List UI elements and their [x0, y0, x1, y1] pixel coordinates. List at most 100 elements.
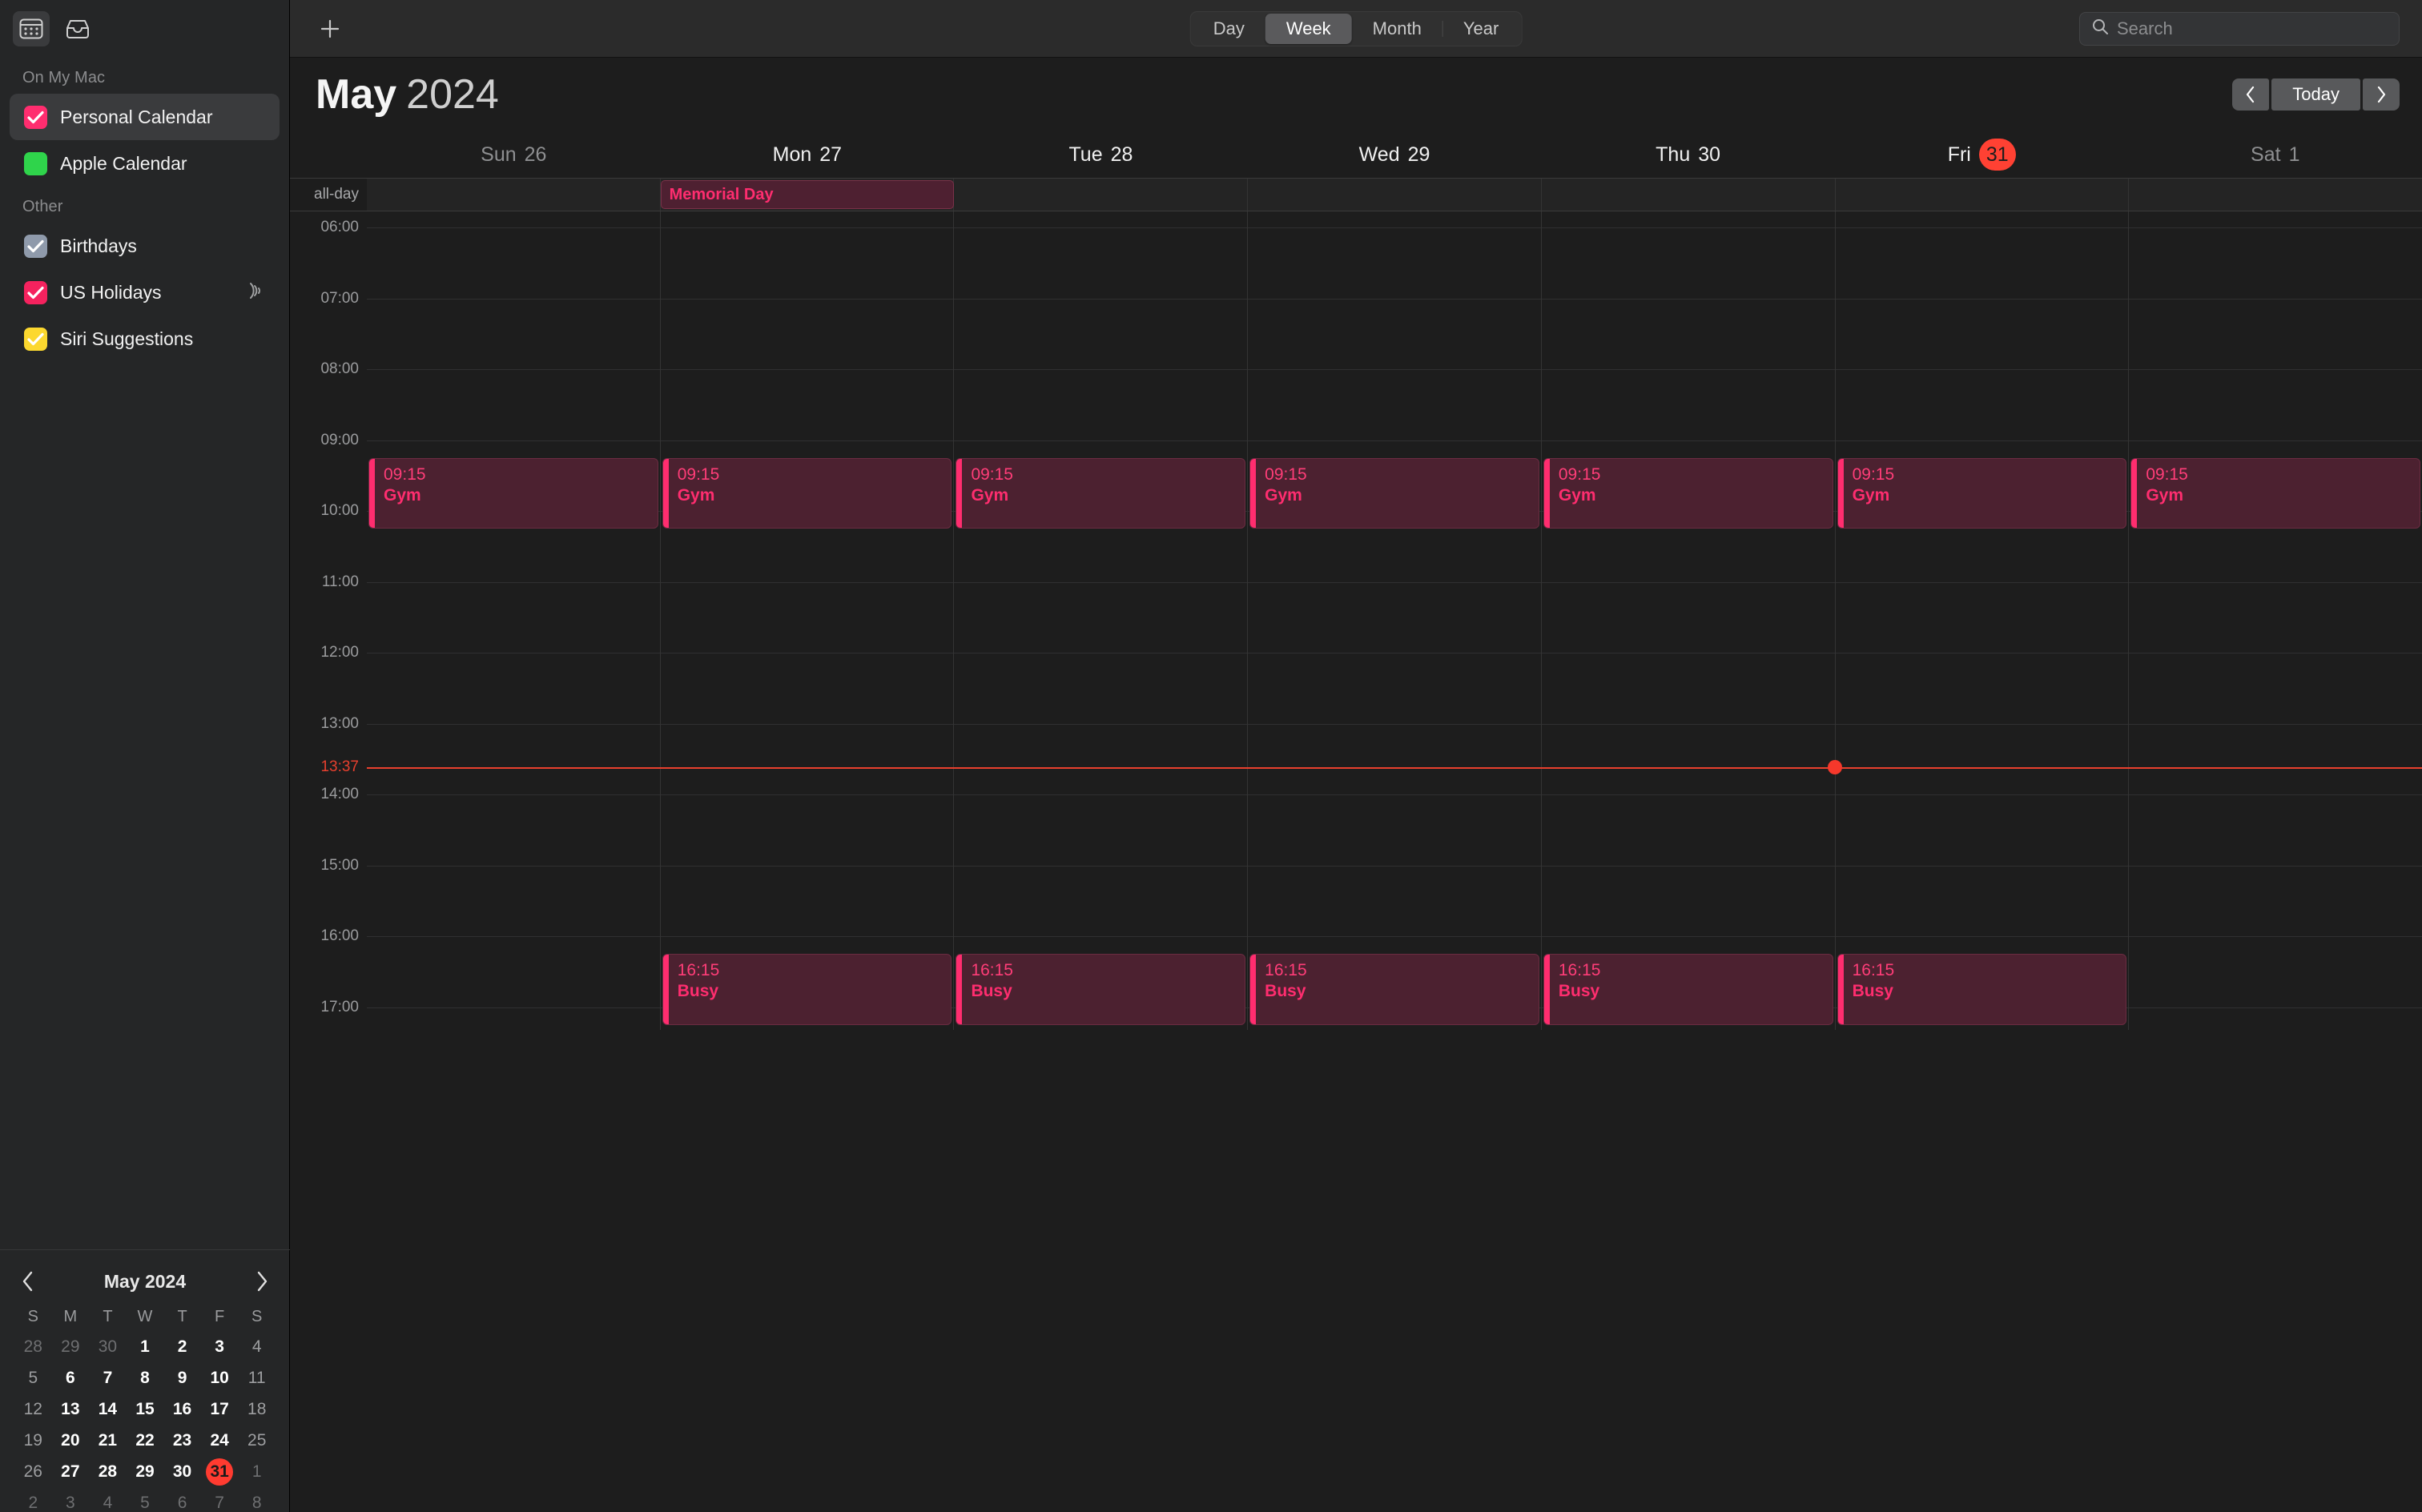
- calendar-event[interactable]: 09:15 Gym: [662, 457, 952, 529]
- mini-calendar-day-cell[interactable]: 22: [127, 1427, 164, 1454]
- calendar-event[interactable]: 09:15 Gym: [1249, 457, 1539, 529]
- mini-calendar-day-cell[interactable]: 6: [52, 1365, 90, 1392]
- mini-calendar-day-cell[interactable]: 21: [89, 1427, 127, 1454]
- mini-calendar-day-cell[interactable]: 7: [89, 1365, 127, 1392]
- calendar-view-icon[interactable]: [13, 11, 50, 46]
- sidebar-item-us-holidays[interactable]: US Holidays: [10, 269, 280, 316]
- mini-calendar-day-cell[interactable]: 26: [14, 1458, 52, 1486]
- mini-calendar-day-cell[interactable]: 4: [238, 1333, 276, 1361]
- view-mode-segmented-control[interactable]: Day Week Month Year: [1189, 10, 1523, 46]
- mini-calendar-day-cell[interactable]: 8: [238, 1490, 276, 1512]
- all-day-columns[interactable]: Memorial Day: [367, 179, 2422, 211]
- calendar-color-checkbox-birthdays[interactable]: [24, 234, 47, 258]
- mini-calendar-prev-button[interactable]: [14, 1268, 42, 1295]
- calendar-event[interactable]: 09:15 Gym: [1837, 457, 2127, 529]
- mini-calendar-day-cell[interactable]: 28: [89, 1458, 127, 1486]
- day-column-0[interactable]: 09:15 Gym: [367, 211, 660, 1030]
- all-day-event[interactable]: Memorial Day: [660, 180, 955, 209]
- mini-calendar-day-cell[interactable]: 27: [52, 1458, 90, 1486]
- calendar-color-checkbox-apple[interactable]: [24, 151, 47, 175]
- mini-calendar-day-cell[interactable]: 9: [163, 1365, 201, 1392]
- mini-calendar-day-cell[interactable]: 30: [89, 1333, 127, 1361]
- calendar-event[interactable]: 16:15 Busy: [1249, 954, 1539, 1025]
- day-header-mon[interactable]: Mon 27: [661, 143, 955, 167]
- mini-calendar-next-button[interactable]: [248, 1268, 276, 1295]
- mini-calendar-day-cell[interactable]: 17: [201, 1396, 239, 1423]
- day-column-6[interactable]: 09:15 Gym: [2128, 211, 2422, 1030]
- calendar-event[interactable]: 16:15 Busy: [1837, 954, 2127, 1025]
- day-columns[interactable]: 09:15 Gym 09:15 Gym 16:15 Busy 09:15 Gym 16:15 Bu…: [367, 211, 2422, 1030]
- calendar-event[interactable]: 09:15 Gym: [2130, 457, 2421, 529]
- mini-calendar-day-cell[interactable]: 13: [52, 1396, 90, 1423]
- day-column-5[interactable]: 09:15 Gym 16:15 Busy: [1834, 211, 2129, 1030]
- all-day-cell-0[interactable]: [367, 179, 660, 211]
- mini-calendar-day-cell[interactable]: 11: [238, 1365, 276, 1392]
- day-header-fri[interactable]: Fri 31: [1835, 139, 2129, 171]
- mini-calendar-day-cell[interactable]: 14: [89, 1396, 127, 1423]
- sidebar-item-personal-calendar[interactable]: Personal Calendar: [10, 94, 280, 140]
- calendar-color-checkbox-siri[interactable]: [24, 327, 47, 351]
- day-header-sat[interactable]: Sat 1: [2128, 143, 2422, 167]
- mini-calendar-day-cell[interactable]: 20: [52, 1427, 90, 1454]
- view-tab-day[interactable]: Day: [1193, 14, 1265, 44]
- all-day-cell-2[interactable]: [953, 179, 1247, 211]
- day-column-1[interactable]: 09:15 Gym 16:15 Busy: [659, 211, 954, 1030]
- calendar-event[interactable]: 16:15 Busy: [662, 954, 952, 1025]
- today-button[interactable]: Today: [2271, 78, 2360, 111]
- mini-calendar-day-cell[interactable]: 23: [163, 1427, 201, 1454]
- search-input[interactable]: [2117, 18, 2388, 39]
- mini-calendar-day-cell[interactable]: 10: [201, 1365, 239, 1392]
- next-week-button[interactable]: [2363, 78, 2400, 111]
- day-column-2[interactable]: 09:15 Gym 16:15 Busy: [953, 211, 1247, 1030]
- calendar-event[interactable]: 09:15 Gym: [956, 457, 1246, 529]
- view-tab-year[interactable]: Year: [1442, 14, 1519, 44]
- mini-calendar-day-cell[interactable]: 3: [52, 1490, 90, 1512]
- mini-calendar-day-cell[interactable]: 6: [163, 1490, 201, 1512]
- mini-calendar-day-cell[interactable]: 15: [127, 1396, 164, 1423]
- mini-calendar-day-cell[interactable]: 18: [238, 1396, 276, 1423]
- mini-calendar-day-cell[interactable]: 29: [127, 1458, 164, 1486]
- mini-calendar-day-cell[interactable]: 12: [14, 1396, 52, 1423]
- mini-calendar-day-cell[interactable]: 5: [14, 1365, 52, 1392]
- mini-calendar-day-cell[interactable]: 4: [89, 1490, 127, 1512]
- mini-calendar-day-cell[interactable]: 1: [238, 1458, 276, 1486]
- search-field[interactable]: [2079, 11, 2400, 46]
- sidebar-item-apple-calendar[interactable]: Apple Calendar: [10, 140, 280, 187]
- day-column-4[interactable]: 09:15 Gym 16:15 Busy: [1540, 211, 1835, 1030]
- mini-calendar-day-cell[interactable]: 5: [127, 1490, 164, 1512]
- calendar-color-checkbox-personal[interactable]: [24, 105, 47, 129]
- calendar-event[interactable]: 16:15 Busy: [956, 954, 1246, 1025]
- mini-calendar-day-cell[interactable]: 30: [163, 1458, 201, 1486]
- mini-calendar-day-cell[interactable]: 1: [127, 1333, 164, 1361]
- sidebar-item-siri-suggestions[interactable]: Siri Suggestions: [10, 316, 280, 362]
- all-day-cell-6[interactable]: [2128, 179, 2422, 211]
- calendar-event[interactable]: 09:15 Gym: [368, 457, 658, 529]
- all-day-cell-3[interactable]: [1247, 179, 1541, 211]
- mini-calendar-day-cell[interactable]: 29: [52, 1333, 90, 1361]
- mini-calendar-day-cell[interactable]: 28: [14, 1333, 52, 1361]
- day-header-thu[interactable]: Thu 30: [1541, 143, 1835, 167]
- sidebar-item-birthdays[interactable]: Birthdays: [10, 223, 280, 269]
- calendar-event[interactable]: 16:15 Busy: [1543, 954, 1833, 1025]
- inbox-icon[interactable]: [59, 11, 96, 46]
- mini-calendar-day-cell[interactable]: 7: [201, 1490, 239, 1512]
- mini-calendar-day-cell[interactable]: 24: [201, 1427, 239, 1454]
- day-column-3[interactable]: 09:15 Gym 16:15 Busy: [1247, 211, 1541, 1030]
- mini-calendar-day-cell[interactable]: 16: [163, 1396, 201, 1423]
- previous-week-button[interactable]: [2232, 78, 2270, 111]
- add-event-button[interactable]: [314, 13, 346, 45]
- day-header-wed[interactable]: Wed 29: [1248, 143, 1542, 167]
- mini-calendar-day-cell[interactable]: 25: [238, 1427, 276, 1454]
- mini-calendar-day-cell[interactable]: 8: [127, 1365, 164, 1392]
- mini-calendar-day-cell[interactable]: 3: [201, 1333, 239, 1361]
- mini-calendar-day-cell[interactable]: 19: [14, 1427, 52, 1454]
- day-header-tue[interactable]: Tue 28: [954, 143, 1248, 167]
- view-tab-week[interactable]: Week: [1265, 13, 1352, 44]
- calendar-color-checkbox-us-holidays[interactable]: [24, 280, 47, 304]
- all-day-cell-5[interactable]: [1834, 179, 2129, 211]
- view-tab-month[interactable]: Month: [1352, 14, 1442, 44]
- all-day-cell-4[interactable]: [1540, 179, 1835, 211]
- day-header-sun[interactable]: Sun 26: [367, 143, 661, 167]
- mini-calendar-day-cell[interactable]: 2: [163, 1333, 201, 1361]
- mini-calendar-today-cell[interactable]: 31: [201, 1458, 239, 1486]
